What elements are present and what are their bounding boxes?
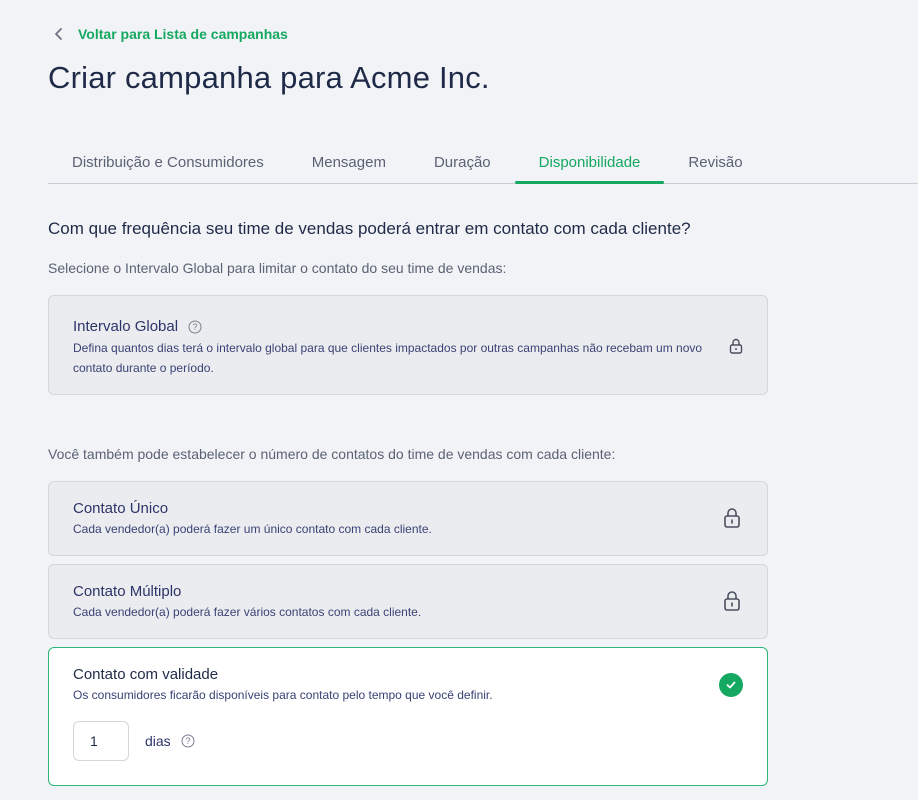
- svg-text:?: ?: [185, 736, 190, 746]
- option-contact-with-validity[interactable]: Contato com validade Os consumidores fic…: [48, 647, 768, 786]
- option-multiple-title: Contato Múltiplo: [73, 583, 182, 600]
- days-label: dias: [145, 733, 171, 749]
- svg-text:?: ?: [193, 322, 198, 332]
- option-multiple-description: Cada vendedor(a) poderá fazer vários con…: [73, 605, 422, 619]
- tab-revisao[interactable]: Revisão: [664, 142, 766, 183]
- section-sub-instruction: Você também pode estabelecer o número de…: [48, 446, 616, 462]
- option-global-description: Defina quantos dias terá o intervalo glo…: [73, 341, 703, 375]
- lock-icon: [724, 591, 740, 611]
- chevron-left-icon: [55, 28, 62, 40]
- back-to-campaigns-link[interactable]: Voltar para Lista de campanhas: [52, 26, 288, 42]
- days-label-row: dias ?: [145, 733, 195, 749]
- option-single-description: Cada vendedor(a) poderá fazer um único c…: [73, 522, 432, 536]
- tab-mensagem[interactable]: Mensagem: [288, 142, 410, 183]
- campaign-steps-tabs: Distribuição e Consumidores Mensagem Dur…: [48, 142, 918, 184]
- lock-icon: [724, 508, 740, 528]
- help-icon[interactable]: ?: [188, 320, 202, 334]
- option-global-title: Intervalo Global: [73, 318, 179, 335]
- page-title: Criar campanha para Acme Inc.: [48, 60, 490, 95]
- days-input[interactable]: [73, 721, 129, 761]
- option-global-interval[interactable]: Intervalo Global ? Defina quantos dias t…: [48, 295, 768, 395]
- option-validity-description: Os consumidores ficarão disponíveis para…: [73, 688, 493, 702]
- option-validity-title: Contato com validade: [73, 666, 219, 683]
- option-multiple-contact[interactable]: Contato Múltiplo Cada vendedor(a) poderá…: [48, 564, 768, 639]
- section-instruction: Selecione o Intervalo Global para limita…: [48, 260, 507, 276]
- check-circle-icon: [719, 673, 743, 697]
- back-link-label: Voltar para Lista de campanhas: [78, 26, 288, 42]
- option-global-title-row: Intervalo Global ?: [73, 318, 202, 335]
- tab-duracao[interactable]: Duração: [410, 142, 515, 183]
- section-question: Com que frequência seu time de vendas po…: [48, 219, 691, 238]
- help-icon[interactable]: ?: [181, 734, 195, 748]
- option-single-contact[interactable]: Contato Único Cada vendedor(a) poderá fa…: [48, 481, 768, 556]
- days-row: dias ?: [73, 721, 195, 761]
- tab-disponibilidade[interactable]: Disponibilidade: [514, 142, 665, 184]
- lock-icon: [729, 338, 743, 354]
- option-single-title: Contato Único: [73, 500, 169, 517]
- tab-distribuicao[interactable]: Distribuição e Consumidores: [48, 142, 288, 183]
